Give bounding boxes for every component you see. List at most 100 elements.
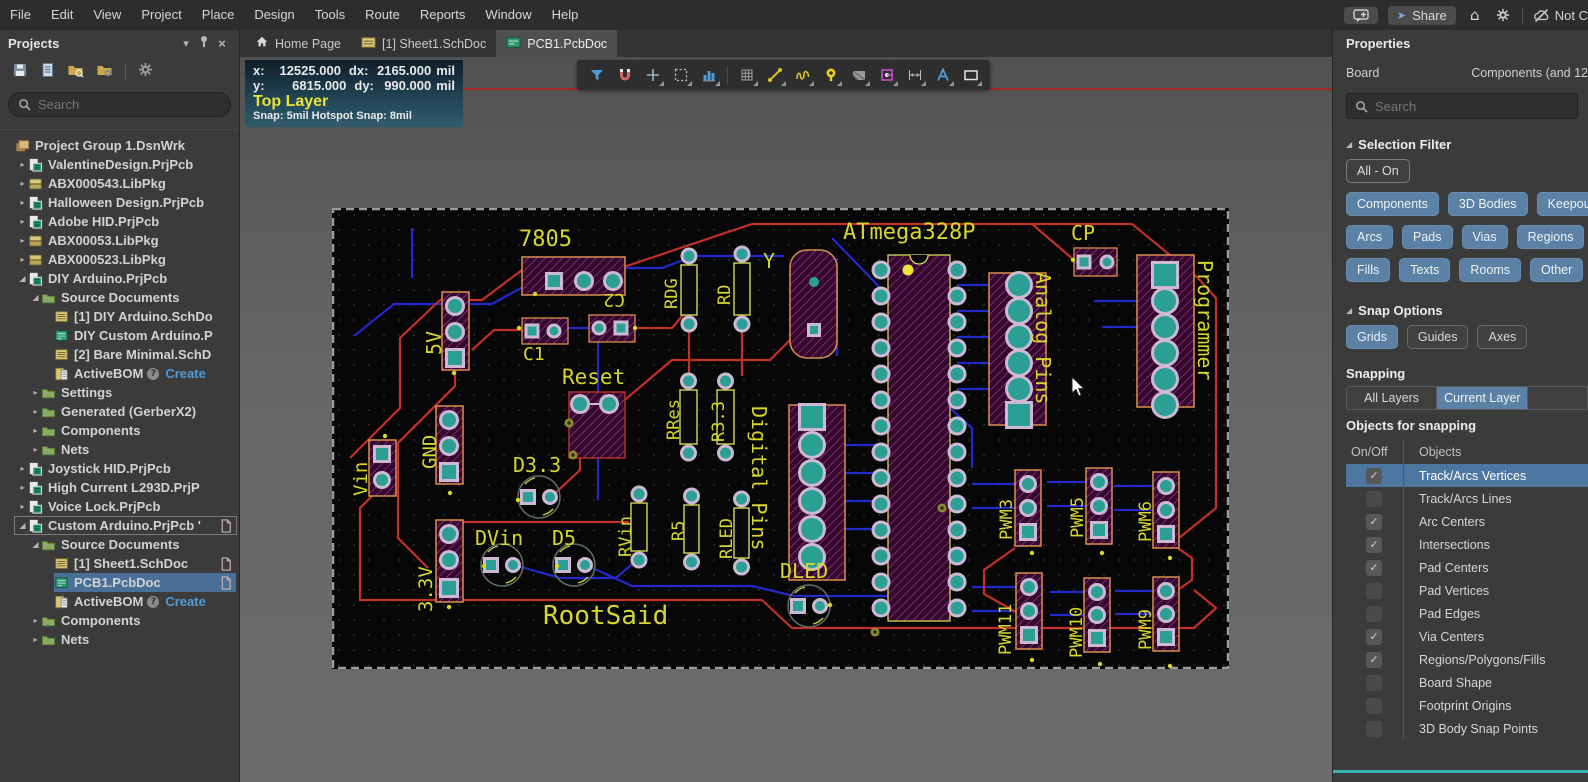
tree-item[interactable]: [1] Sheet1.SchDoc xyxy=(0,554,239,573)
tree-item[interactable]: [2] Bare Minimal.SchD xyxy=(0,345,239,364)
snap-object-row[interactable]: Pad Edges xyxy=(1346,602,1588,625)
filter-all-on-button[interactable]: All - On xyxy=(1346,159,1410,183)
tree-collapsed-arrow-icon[interactable]: ▸ xyxy=(30,616,41,625)
tree-expanded-arrow-icon[interactable]: ◢ xyxy=(17,521,28,530)
projects-search-input[interactable] xyxy=(38,97,198,112)
cloud-status[interactable]: Not C xyxy=(1522,8,1588,23)
filter-components-button[interactable]: Components xyxy=(1346,192,1439,216)
home-button[interactable]: ⌂ xyxy=(1466,7,1484,23)
tree-item[interactable]: ◢Source Documents xyxy=(0,288,239,307)
snap-object-row[interactable]: ✓Via Centers xyxy=(1346,625,1588,648)
menu-item-reports[interactable]: Reports xyxy=(410,0,476,30)
menu-item-design[interactable]: Design xyxy=(244,0,304,30)
tab-pcb1-pcbdoc[interactable]: PCB1.PcbDoc xyxy=(496,30,617,57)
explore-folder-button[interactable] xyxy=(67,62,84,83)
tree-item[interactable]: ▸Nets xyxy=(0,630,239,649)
selection-filter-section[interactable]: ◢ Selection Filter xyxy=(1333,125,1588,159)
settings-gear-button[interactable] xyxy=(1494,7,1512,23)
tree-item[interactable]: ActiveBOM?Create xyxy=(0,364,239,383)
snap-object-row[interactable]: ✓Arc Centers xyxy=(1346,510,1588,533)
tree-collapsed-arrow-icon[interactable]: ▸ xyxy=(30,426,41,435)
tree-item[interactable]: [1] DIY Arduino.SchDo xyxy=(0,307,239,326)
projects-search-box[interactable] xyxy=(8,92,231,117)
snap-guides-button[interactable]: Guides xyxy=(1407,325,1469,349)
tree-item[interactable]: ▸Joystick HID.PrjPcb xyxy=(0,459,239,478)
tree-collapsed-arrow-icon[interactable]: ▸ xyxy=(30,407,41,416)
tree-item[interactable]: ▸Generated (GerberX2) xyxy=(0,402,239,421)
menu-item-file[interactable]: File xyxy=(0,0,41,30)
select-area-icon[interactable] xyxy=(667,62,694,88)
tree-item[interactable]: Project Group 1.DsnWrk xyxy=(0,136,239,155)
tree-collapsed-arrow-icon[interactable]: ▸ xyxy=(17,464,28,473)
tree-collapsed-arrow-icon[interactable]: ▸ xyxy=(17,483,28,492)
tree-expanded-arrow-icon[interactable]: ◢ xyxy=(30,540,41,549)
tree-item[interactable]: ▸Adobe HID.PrjPcb xyxy=(0,212,239,231)
string-text-icon[interactable] xyxy=(929,62,956,88)
filter-vias-button[interactable]: Vias xyxy=(1462,225,1508,249)
snapping-current-layer-button[interactable]: Current Layer xyxy=(1437,386,1528,410)
tree-collapsed-arrow-icon[interactable]: ▸ xyxy=(30,635,41,644)
tree-expanded-arrow-icon[interactable]: ◢ xyxy=(30,293,41,302)
tree-item[interactable]: ▸ValentineDesign.PrjPcb xyxy=(0,155,239,174)
length-tuning-icon[interactable] xyxy=(789,62,816,88)
doc-scope-label[interactable]: Components (and 12 xyxy=(1471,66,1588,80)
board-shape-icon[interactable] xyxy=(957,62,984,88)
menu-item-edit[interactable]: Edit xyxy=(41,0,83,30)
tree-item[interactable]: ▸ABX000543.LibPkg xyxy=(0,174,239,193)
save-button[interactable] xyxy=(12,62,28,83)
filter-texts-button[interactable]: Texts xyxy=(1399,258,1450,282)
tab--1-sheet1-schdoc[interactable]: [1] Sheet1.SchDoc xyxy=(351,30,496,57)
menu-item-route[interactable]: Route xyxy=(355,0,410,30)
tree-collapsed-arrow-icon[interactable]: ▸ xyxy=(17,255,28,264)
menu-item-view[interactable]: View xyxy=(83,0,131,30)
origin-cross-icon[interactable] xyxy=(639,62,666,88)
tree-item[interactable]: ◢DIY Arduino.PrjPcb xyxy=(0,269,239,288)
menu-item-tools[interactable]: Tools xyxy=(305,0,355,30)
pcb-board[interactable]: 7805ATmega328PCPYC2C1ResetD3.3DVinD5DLED… xyxy=(332,208,1229,669)
snap-checkbox[interactable] xyxy=(1366,698,1382,714)
comment-button[interactable] xyxy=(1344,7,1378,24)
panel-dropdown-icon[interactable]: ▾ xyxy=(177,37,195,50)
tree-item[interactable]: ▸ABX000523.LibPkg xyxy=(0,250,239,269)
snap-checkbox[interactable]: ✓ xyxy=(1366,629,1382,645)
filter-icon[interactable] xyxy=(583,62,610,88)
properties-search-input[interactable] xyxy=(1375,99,1555,114)
snapping-extra-button[interactable] xyxy=(1528,386,1588,410)
snap-checkbox[interactable] xyxy=(1366,721,1382,737)
create-link[interactable]: Create xyxy=(163,366,205,381)
snap-checkbox[interactable]: ✓ xyxy=(1366,468,1382,484)
tree-collapsed-arrow-icon[interactable]: ▸ xyxy=(17,236,28,245)
tree-collapsed-arrow-icon[interactable]: ▸ xyxy=(30,388,41,397)
tree-item[interactable]: ◢Source Documents xyxy=(0,535,239,554)
filter-keepouts-button[interactable]: Keepouts xyxy=(1537,192,1588,216)
snap-checkbox[interactable] xyxy=(1366,583,1382,599)
snap-magnet-icon[interactable] xyxy=(611,62,638,88)
panel-close-icon[interactable]: × xyxy=(213,36,231,51)
interactive-route-icon[interactable] xyxy=(761,62,788,88)
snapping-all-layers-button[interactable]: All Layers xyxy=(1346,386,1437,410)
tree-collapsed-arrow-icon[interactable]: ▸ xyxy=(17,179,28,188)
filter-fills-button[interactable]: Fills xyxy=(1346,258,1390,282)
snap-checkbox[interactable] xyxy=(1366,491,1382,507)
snap-grids-button[interactable]: Grids xyxy=(1346,325,1398,349)
menu-item-project[interactable]: Project xyxy=(131,0,191,30)
panel-pin-icon[interactable] xyxy=(195,35,213,51)
tree-item[interactable]: ▸Halloween Design.PrjPcb xyxy=(0,193,239,212)
snap-object-row[interactable]: ✓Intersections xyxy=(1346,533,1588,556)
menu-item-help[interactable]: Help xyxy=(542,0,589,30)
tree-expanded-arrow-icon[interactable]: ◢ xyxy=(17,274,28,283)
filter-regions-button[interactable]: Regions xyxy=(1517,225,1585,249)
snap-object-row[interactable]: ✓Pad Centers xyxy=(1346,556,1588,579)
tree-item[interactable]: ▸Settings xyxy=(0,383,239,402)
snap-object-row[interactable]: Footprint Origins xyxy=(1346,694,1588,717)
compile-button[interactable] xyxy=(40,62,55,83)
snap-object-row[interactable]: 3D Body Snap Points xyxy=(1346,717,1588,740)
tree-item[interactable]: ◢Custom Arduino.PrjPcb ' xyxy=(0,516,239,535)
filter-pads-button[interactable]: Pads xyxy=(1402,225,1453,249)
snap-checkbox[interactable] xyxy=(1366,675,1382,691)
align-icon[interactable] xyxy=(695,62,722,88)
snap-options-section[interactable]: ◢ Snap Options xyxy=(1333,291,1588,325)
tree-item[interactable]: ▸Components xyxy=(0,421,239,440)
menu-item-place[interactable]: Place xyxy=(192,0,245,30)
tree-item[interactable]: ActiveBOM?Create xyxy=(0,592,239,611)
